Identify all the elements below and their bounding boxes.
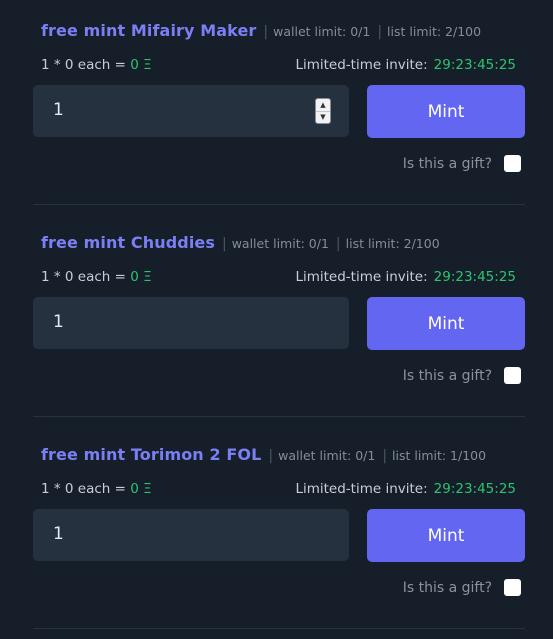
gift-label: Is this a gift? [402,579,492,596]
invite-timer: 29:23:45:25 [433,481,516,497]
mint-button[interactable]: Mint [367,297,525,350]
mint-card-header: free mint Mifairy Maker | wallet limit: … [41,21,481,40]
price-total: 0 Ξ [130,269,152,285]
quantity-input[interactable]: 1 [33,297,349,349]
mint-list: free mint Mifairy Maker | wallet limit: … [0,0,553,639]
price-prefix: 1 * 0 each = [41,57,131,73]
mint-card: free mint Torimon 2 FOL | wallet limit: … [0,424,553,636]
quantity-stepper[interactable]: ▲ ▼ [315,98,331,124]
mint-button[interactable]: Mint [367,85,525,138]
quantity-input[interactable]: 1 ▲ ▼ [33,85,349,137]
wallet-limit: wallet limit: 0/1 [273,24,371,39]
invite-label: Limited-time invite: [295,269,428,285]
increment-icon[interactable]: ▲ [316,99,330,111]
collection-title[interactable]: free mint Chuddies [41,233,215,252]
divider [33,204,525,205]
mint-card: free mint Mifairy Maker | wallet limit: … [0,0,553,212]
price-total: 0 Ξ [130,481,152,497]
invite-countdown: Limited-time invite: 29:23:45:25 [295,481,516,497]
separator: | [268,448,274,464]
gift-label: Is this a gift? [402,155,492,172]
quantity-input[interactable]: 1 [33,509,349,561]
price-prefix: 1 * 0 each = [41,481,131,497]
price-summary: 1 * 0 each = 0 Ξ [41,269,152,285]
invite-timer: 29:23:45:25 [433,57,516,73]
invite-label: Limited-time invite: [295,481,428,497]
mint-card: free mint Chuddies | wallet limit: 0/1 |… [0,212,553,424]
list-limit: list limit: 2/100 [387,24,482,39]
gift-checkbox[interactable] [504,579,521,596]
quantity-value: 1 [53,312,64,332]
price-prefix: 1 * 0 each = [41,269,131,285]
mint-button[interactable]: Mint [367,509,525,562]
price-total: 0 Ξ [130,57,152,73]
separator: | [382,448,388,464]
quantity-value: 1 [53,100,64,120]
invite-label: Limited-time invite: [295,57,428,73]
mint-card-header: free mint Torimon 2 FOL | wallet limit: … [41,445,486,464]
collection-title[interactable]: free mint Mifairy Maker [41,21,256,40]
decrement-icon[interactable]: ▼ [316,111,330,123]
wallet-limit: wallet limit: 0/1 [231,236,329,251]
divider [33,628,525,629]
mint-card-header: free mint Chuddies | wallet limit: 0/1 |… [41,233,440,252]
gift-checkbox[interactable] [504,155,521,172]
separator: | [263,24,269,40]
invite-countdown: Limited-time invite: 29:23:45:25 [295,269,516,285]
list-limit: list limit: 1/100 [392,448,487,463]
separator: | [335,236,341,252]
invite-timer: 29:23:45:25 [433,269,516,285]
gift-option: Is this a gift? [403,367,521,384]
divider [33,416,525,417]
list-limit: list limit: 2/100 [345,236,440,251]
gift-checkbox[interactable] [504,367,521,384]
price-summary: 1 * 0 each = 0 Ξ [41,481,152,497]
separator: | [221,236,227,252]
collection-title[interactable]: free mint Torimon 2 FOL [41,445,261,464]
separator: | [377,24,383,40]
gift-label: Is this a gift? [402,367,492,384]
gift-option: Is this a gift? [403,155,521,172]
gift-option: Is this a gift? [403,579,521,596]
quantity-value: 1 [53,524,64,544]
wallet-limit: wallet limit: 0/1 [278,448,376,463]
price-summary: 1 * 0 each = 0 Ξ [41,57,152,73]
invite-countdown: Limited-time invite: 29:23:45:25 [295,57,516,73]
